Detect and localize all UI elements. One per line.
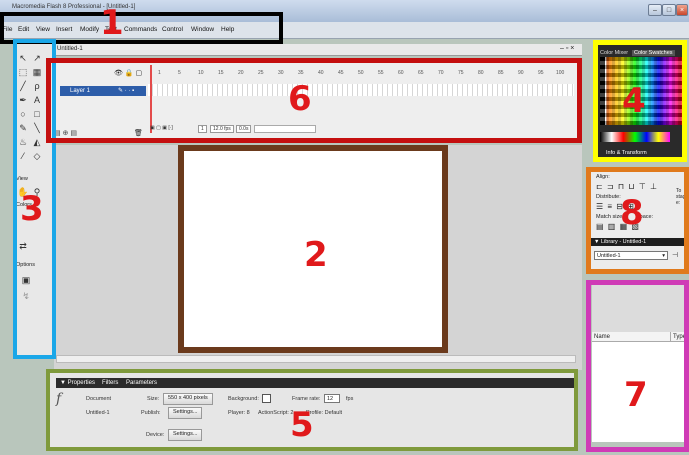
annotation-number-8: 8 [620,193,644,233]
horizontal-scrollbar[interactable] [56,355,576,363]
minimize-icon[interactable]: – [648,4,662,16]
annotation-number-7: 7 [624,375,648,415]
annotation-number-3: 3 [20,189,44,229]
annotation-number-4: 4 [622,81,646,121]
annotation-number-2: 2 [304,235,328,275]
annotation-number-1: 1 [100,3,124,43]
annotation-box-7 [586,280,689,452]
close-icon[interactable]: × [676,4,688,16]
document-tab[interactable]: Untitled-1 [57,46,83,52]
doc-close-icon[interactable]: – ▫ × [560,45,574,52]
document-tab-bar: Untitled-1 – ▫ × [54,44,582,56]
annotation-number-6: 6 [288,79,312,119]
annotation-box-6 [46,58,582,143]
maximize-icon[interactable]: □ [662,4,676,16]
annotation-number-5: 5 [290,405,314,445]
